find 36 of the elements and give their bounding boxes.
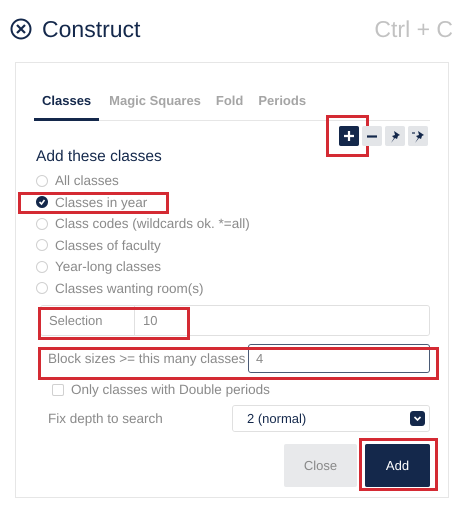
radio-label: Class codes (wildcards ok. *=all) bbox=[55, 216, 250, 232]
tab[interactable]: Classes bbox=[34, 85, 100, 121]
checkbox-label: Only classes with Double periods bbox=[71, 382, 270, 397]
plus-icon bbox=[343, 130, 355, 142]
field-value: 10 bbox=[143, 313, 158, 328]
close-button[interactable]: Close bbox=[284, 444, 357, 487]
tab[interactable]: Periods bbox=[258, 85, 306, 121]
toolbar-button[interactable] bbox=[339, 126, 359, 146]
radio-label: Classes wanting room(s) bbox=[55, 280, 204, 296]
dialog-title: Construct bbox=[42, 16, 142, 42]
field-label: Selection bbox=[41, 306, 135, 335]
toolbar-button[interactable] bbox=[385, 126, 405, 146]
toolbar-button[interactable] bbox=[362, 126, 382, 146]
minus-icon bbox=[366, 134, 378, 138]
pin-icon bbox=[390, 130, 400, 142]
checkbox[interactable] bbox=[52, 384, 64, 396]
chevron-down-icon bbox=[410, 411, 425, 426]
block-size-field[interactable]: 4 bbox=[248, 344, 430, 373]
toolbar-button[interactable] bbox=[408, 126, 428, 146]
selection-field[interactable]: Selection 10 bbox=[40, 305, 430, 336]
field-label: Fix depth to search bbox=[48, 411, 163, 426]
section-title: Add these classes bbox=[36, 148, 163, 166]
field-label: Block sizes >= this many classes bbox=[48, 351, 246, 366]
pin-icon bbox=[412, 130, 424, 142]
radio-label: Classes of faculty bbox=[55, 238, 161, 253]
shortcut-label: Ctrl + C bbox=[374, 16, 453, 42]
tab[interactable]: Magic Squares bbox=[109, 85, 201, 121]
radio-button[interactable] bbox=[36, 196, 48, 208]
depth-select[interactable]: 2 (normal) bbox=[232, 405, 430, 432]
add-button[interactable]: Add bbox=[365, 444, 430, 487]
tab[interactable]: Fold bbox=[216, 85, 244, 121]
check-icon bbox=[38, 198, 46, 206]
radio-label: All classes bbox=[55, 173, 119, 188]
radio-label: Classes in year bbox=[55, 194, 148, 210]
close-icon[interactable] bbox=[10, 18, 32, 40]
radio-label: Year-long classes bbox=[55, 259, 162, 274]
